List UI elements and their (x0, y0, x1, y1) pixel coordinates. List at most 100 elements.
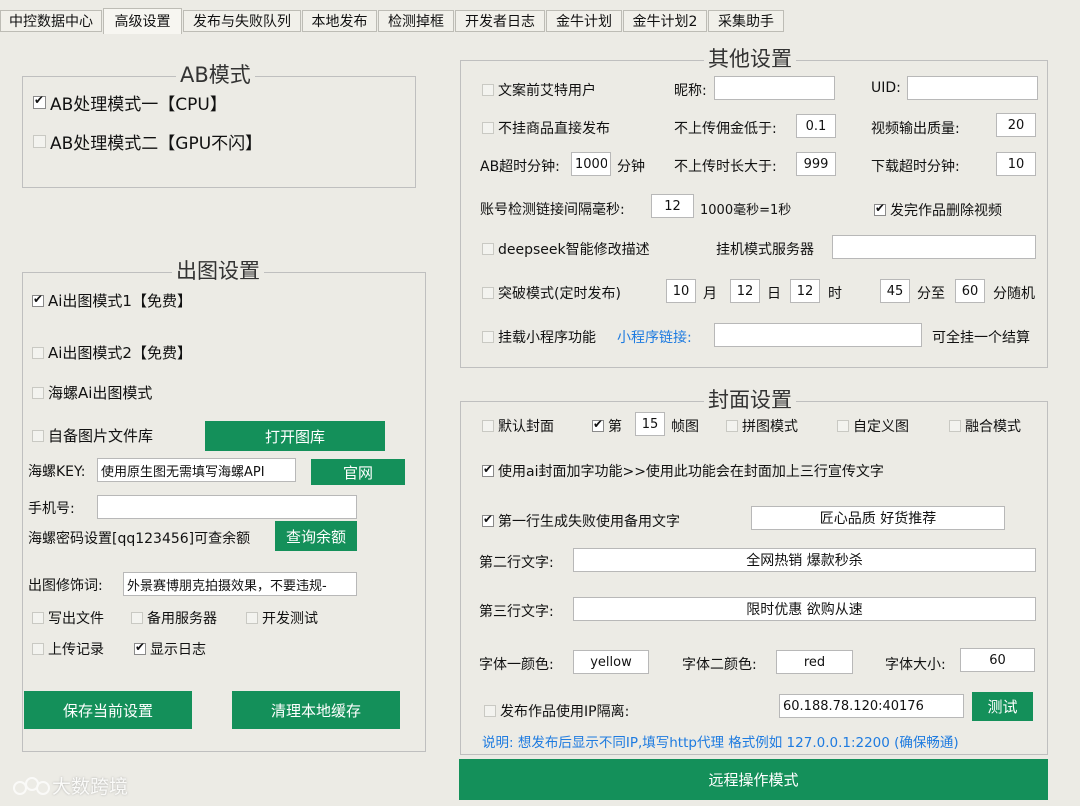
hailuo-mode-checkbox[interactable]: 海螺Ai出图模式 (32, 382, 152, 403)
checkbox-empty-icon (726, 420, 738, 432)
clear-cache-button[interactable]: 清理本地缓存 (232, 691, 400, 729)
checkbox-checked-icon (32, 292, 44, 307)
ab-timeout-unit: 分钟 (617, 159, 645, 175)
watermark: 大数跨境 (12, 772, 128, 799)
dev-test-checkbox[interactable]: 开发测试 (246, 608, 318, 628)
tab-jinniu2[interactable]: 金牛计划2 (623, 10, 707, 32)
proxy-note: 说明: 想发布后显示不同IP,填写http代理 格式例如 127.0.0.1:2… (482, 735, 959, 751)
tab-advanced-settings[interactable]: 高级设置 (103, 8, 182, 34)
font-size-input[interactable] (960, 648, 1035, 672)
tab-publish-queue[interactable]: 发布与失败队列 (183, 10, 301, 32)
mini-program-link-input[interactable] (714, 323, 922, 347)
ab-mode-title: AB模式 (176, 63, 255, 87)
checkbox-empty-icon (484, 705, 496, 717)
tab-dev-log[interactable]: 开发者日志 (455, 10, 545, 32)
min-commission-label: 不上传佣金低于: (674, 121, 777, 137)
ip-isolation-checkbox[interactable]: 发布作品使用IP隔离: (484, 701, 629, 721)
delete-video-checkbox[interactable]: 发完作品删除视频 (874, 200, 1002, 220)
checkbox-empty-icon (32, 612, 44, 624)
self-library-checkbox[interactable]: 自备图片文件库 (32, 425, 153, 446)
upload-log-checkbox[interactable]: 上传记录 (32, 639, 104, 659)
show-log-checkbox[interactable]: 显示日志 (134, 639, 206, 659)
remote-mode-button[interactable]: 远程操作模式 (459, 759, 1048, 800)
tab-control-center[interactable]: 中控数据中心 (0, 10, 102, 32)
tab-detect[interactable]: 检测掉框 (378, 10, 454, 32)
checkbox-empty-icon (32, 643, 44, 655)
check-interval-input[interactable] (651, 194, 694, 218)
minute-from-input[interactable] (880, 279, 910, 303)
checkbox-empty-icon (482, 84, 494, 96)
checkbox-empty-icon (837, 420, 849, 432)
minute-to-input[interactable] (955, 279, 985, 303)
checkbox-checked-icon (874, 201, 886, 216)
no-goods-checkbox[interactable]: 不挂商品直接发布 (482, 118, 610, 138)
tab-collect-helper[interactable]: 采集助手 (708, 10, 784, 32)
custom-image-checkbox[interactable]: 自定义图 (837, 416, 909, 436)
max-duration-input[interactable] (796, 152, 836, 176)
test-proxy-button[interactable]: 测试 (972, 692, 1033, 721)
font1-color-input[interactable] (573, 650, 649, 674)
nickname-input[interactable] (714, 76, 835, 100)
uid-label: UID: (871, 80, 901, 96)
backup-server-checkbox[interactable]: 备用服务器 (131, 608, 217, 628)
image-gen-title: 出图设置 (172, 259, 264, 283)
query-balance-button[interactable]: 查询余额 (275, 521, 357, 551)
ai-mode1-checkbox[interactable]: Ai出图模式1【免费】 (32, 290, 192, 311)
hailuo-key-input[interactable] (97, 458, 296, 482)
deepseek-checkbox[interactable]: deepseek智能修改描述 (482, 239, 650, 259)
tab-local-publish[interactable]: 本地发布 (302, 10, 377, 32)
mini-program-checkbox[interactable]: 挂载小程序功能 (482, 327, 596, 347)
default-cover-checkbox[interactable]: 默认封面 (482, 416, 554, 436)
checkbox-empty-icon (33, 135, 46, 148)
tab-jinniu[interactable]: 金牛计划 (546, 10, 622, 32)
cover-settings-title: 封面设置 (704, 388, 796, 412)
line1-text-input[interactable] (751, 506, 1005, 530)
collage-mode-checkbox[interactable]: 拼图模式 (726, 416, 798, 436)
checkbox-empty-icon (949, 420, 961, 432)
min-commission-input[interactable] (796, 114, 836, 138)
day-input[interactable] (730, 279, 760, 303)
open-library-button[interactable]: 打开图库 (205, 421, 385, 451)
checkbox-empty-icon (482, 287, 494, 299)
burst-mode-checkbox[interactable]: 突破模式(定时发布) (482, 283, 621, 303)
frame-cover-checkbox[interactable]: 第 (592, 416, 622, 436)
modifier-input[interactable] (123, 572, 357, 596)
max-duration-label: 不上传时长大于: (674, 159, 777, 175)
check-interval-label: 账号检测链接间隔毫秒: (480, 202, 625, 218)
frame-number-input[interactable] (635, 412, 665, 436)
checkbox-checked-icon (33, 93, 46, 109)
hangup-server-input[interactable] (832, 235, 1036, 259)
official-site-button[interactable]: 官网 (311, 459, 405, 485)
ab-timeout-input[interactable] (571, 152, 611, 176)
font-size-label: 字体大小: (885, 657, 946, 673)
write-file-checkbox[interactable]: 写出文件 (32, 608, 104, 628)
blend-mode-checkbox[interactable]: 融合模式 (949, 416, 1021, 436)
ai-cover-text-checkbox[interactable]: 使用ai封面加字功能>>使用此功能会在封面加上三行宣传文字 (482, 461, 884, 481)
line3-text-input[interactable] (573, 597, 1036, 621)
line3-label: 第三行文字: (479, 604, 554, 620)
proxy-ip-input[interactable] (779, 694, 964, 718)
checkbox-checked-icon (134, 640, 146, 655)
checkbox-empty-icon (32, 386, 44, 399)
uid-input[interactable] (907, 76, 1038, 100)
at-user-checkbox[interactable]: 文案前艾特用户 (482, 80, 596, 100)
month-unit: 月 (703, 286, 717, 302)
month-input[interactable] (666, 279, 696, 303)
hour-input[interactable] (790, 279, 820, 303)
minute-to-label: 分至 (917, 286, 945, 302)
modifier-label: 出图修饰词: (28, 578, 103, 594)
mini-program-link-label[interactable]: 小程序链接: (617, 327, 692, 347)
interval-note: 1000毫秒=1秒 (700, 203, 792, 218)
line2-text-input[interactable] (573, 548, 1036, 572)
ab-mode1-checkbox[interactable]: AB处理模式一【CPU】 (33, 90, 227, 115)
download-timeout-input[interactable] (996, 152, 1036, 176)
ai-mode2-checkbox[interactable]: Ai出图模式2【免费】 (32, 342, 192, 363)
phone-input[interactable] (97, 495, 357, 519)
checkbox-checked-icon (592, 417, 604, 432)
video-quality-input[interactable] (996, 113, 1036, 137)
line1-fallback-checkbox[interactable]: 第一行生成失败使用备用文字 (482, 511, 680, 531)
other-settings-title: 其他设置 (704, 47, 796, 71)
save-settings-button[interactable]: 保存当前设置 (24, 691, 192, 729)
font2-color-input[interactable] (776, 650, 853, 674)
ab-mode2-checkbox[interactable]: AB处理模式二【GPU不闪】 (33, 129, 262, 154)
